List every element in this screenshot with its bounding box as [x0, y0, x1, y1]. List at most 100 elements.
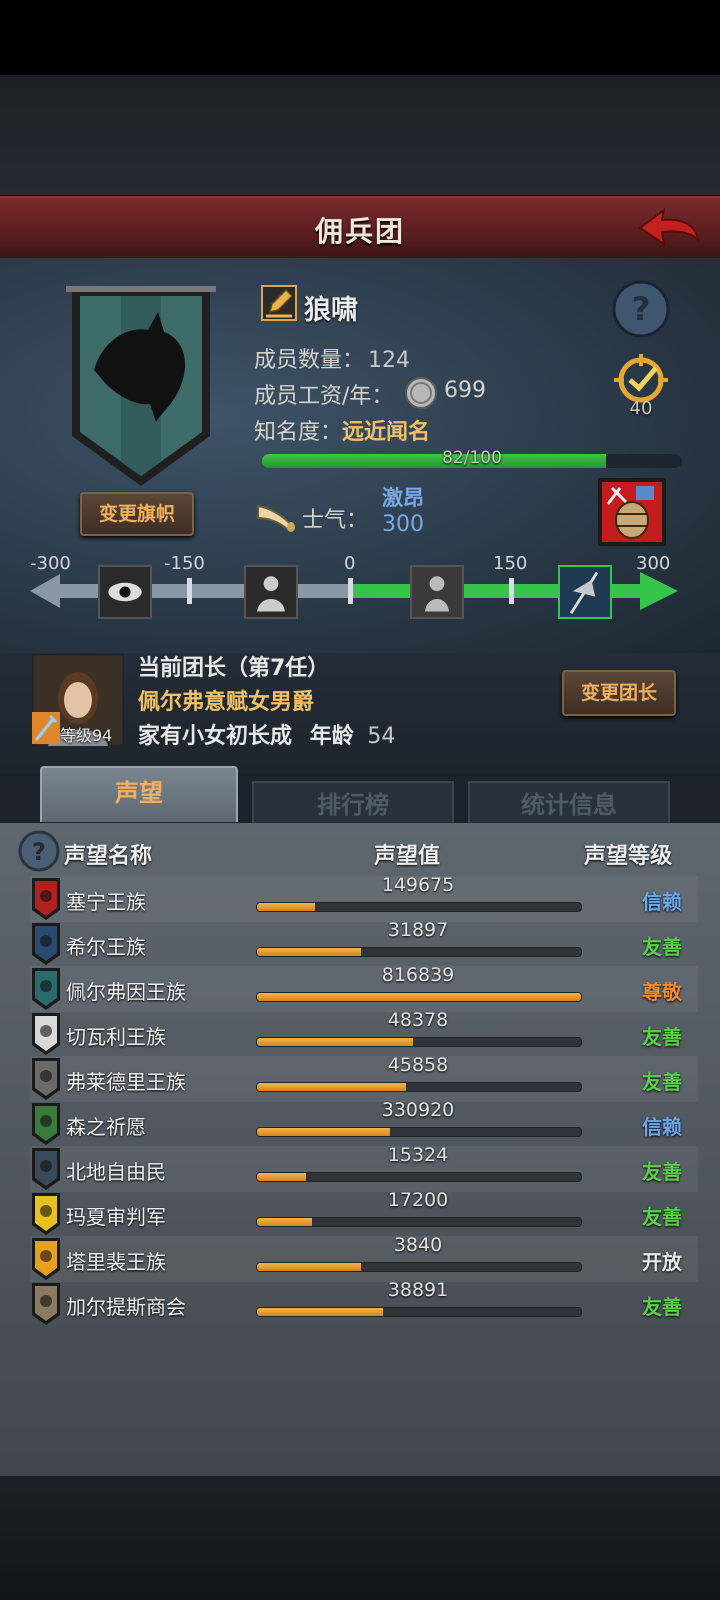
- reputation-level: 友善: [642, 1205, 682, 1229]
- fear-figure-icon[interactable]: [244, 565, 298, 619]
- guild-name: 狼啸: [304, 295, 358, 326]
- salary-label: 成员工资/年：: [254, 384, 394, 409]
- faction-crest-icon: [32, 923, 60, 965]
- morale-scale-label: 150: [493, 553, 528, 574]
- reputation-value: 45858: [387, 1054, 449, 1076]
- morale-scale-left-arrow: [30, 574, 60, 608]
- fame-progress-text: 82/100: [442, 448, 502, 468]
- reputation-progress-fill: [257, 1083, 407, 1091]
- reputation-progress-bar: [256, 992, 582, 1002]
- target-badge-icon[interactable]: [610, 352, 672, 404]
- faction-name: 佩尔弗因王族: [66, 980, 186, 1004]
- leader-age-value: 54: [367, 724, 396, 749]
- salary-value: 699: [444, 378, 486, 403]
- reputation-level: 友善: [642, 935, 682, 959]
- tab-reputation[interactable]: 声望: [40, 766, 238, 822]
- reputation-progress-fill: [257, 1308, 384, 1316]
- reputation-row[interactable]: 玛夏审判军 17200 友善: [30, 1189, 698, 1237]
- morale-tick-150: [509, 578, 514, 604]
- reputation-level: 友善: [642, 1160, 682, 1184]
- reputation-row[interactable]: 希尔王族 31897 友善: [30, 919, 698, 967]
- members-value: 124: [368, 348, 411, 373]
- column-header-value: 声望值: [374, 844, 441, 869]
- despair-eye-icon[interactable]: [98, 565, 152, 619]
- reputation-level: 友善: [642, 1295, 682, 1319]
- morale-state: 激昂: [382, 486, 424, 510]
- help-icon[interactable]: ?: [612, 280, 670, 338]
- rally-banner-icon[interactable]: [558, 565, 612, 619]
- faction-crest-icon: [32, 1283, 60, 1325]
- faction-name: 北地自由民: [66, 1160, 166, 1184]
- change-leader-button[interactable]: 变更团长: [562, 670, 676, 716]
- leader-name: 佩尔弗意赋女男爵: [138, 690, 315, 715]
- reputation-progress-fill: [257, 903, 316, 911]
- status-bar-area: [0, 0, 720, 75]
- morale-scale-label: -300: [30, 553, 71, 574]
- badge-count: 40: [629, 398, 653, 419]
- reputation-row[interactable]: 森之祈愿 330920 信赖: [30, 1099, 698, 1147]
- help-icon[interactable]: ?: [18, 830, 60, 872]
- morale-tick-0: [348, 578, 353, 604]
- reputation-value: 38891: [387, 1279, 449, 1301]
- class-sword-icon: [32, 712, 60, 744]
- back-arrow-icon[interactable]: [636, 206, 702, 250]
- faction-name: 希尔王族: [66, 935, 146, 959]
- faction-crest-icon: [32, 1193, 60, 1235]
- faction-name: 森之祈愿: [66, 1115, 146, 1139]
- fame-value: 远近闻名: [342, 420, 431, 445]
- reputation-row[interactable]: 北地自由民 15324 友善: [30, 1144, 698, 1192]
- reputation-progress-bar: [256, 1262, 582, 1272]
- reputation-row[interactable]: 佩尔弗因王族 816839 尊敬: [30, 964, 698, 1012]
- svg-text:?: ?: [632, 290, 651, 328]
- morale-scale-label: 0: [344, 553, 356, 574]
- change-banner-button[interactable]: 变更旗帜: [80, 492, 194, 536]
- reputation-row[interactable]: 塞宁王族 149675 信赖: [30, 874, 698, 922]
- reputation-progress-fill: [257, 1038, 413, 1046]
- fame-label: 知名度：: [254, 420, 343, 445]
- members-label: 成员数量：: [254, 348, 365, 373]
- reputation-level: 尊敬: [642, 980, 682, 1004]
- wolf-banner-icon: [66, 286, 216, 486]
- reputation-level: 信赖: [642, 1115, 682, 1139]
- morale-scale-label: 300: [636, 553, 671, 574]
- reputation-row[interactable]: 加尔提斯商会 38891 友善: [30, 1279, 698, 1327]
- reputation-progress-fill: [257, 1263, 361, 1271]
- faction-name: 弗莱德里王族: [66, 1070, 186, 1094]
- members-row: 成员数量： 124: [254, 342, 410, 374]
- reputation-progress-bar: [256, 1037, 582, 1047]
- faction-name: 切瓦利王族: [66, 1025, 166, 1049]
- leader-info-row: 家有小女初长成 年龄 54: [138, 718, 395, 750]
- edit-name-icon[interactable]: [260, 284, 298, 322]
- reputation-progress-fill: [257, 1173, 306, 1181]
- reputation-progress-bar: [256, 1217, 582, 1227]
- calm-figure-icon[interactable]: [410, 565, 464, 619]
- faction-name: 塞宁王族: [66, 890, 146, 914]
- silver-coin-icon: [405, 377, 437, 409]
- reputation-row[interactable]: 弗莱德里王族 45858 友善: [30, 1054, 698, 1102]
- faction-crest-icon: [32, 878, 60, 920]
- war-horn-icon: [257, 504, 295, 532]
- reputation-value: 816839: [381, 964, 455, 986]
- reputation-level: 友善: [642, 1025, 682, 1049]
- reputation-progress-bar: [256, 1307, 582, 1317]
- reputation-progress-bar: [256, 1172, 582, 1182]
- morale-scale-label: -150: [164, 553, 205, 574]
- faction-crest-icon: [32, 1013, 60, 1055]
- fame-row: 知名度：远近闻名: [254, 414, 430, 446]
- tab-statistics[interactable]: 统计信息: [468, 781, 670, 825]
- faction-crest-icon: [32, 968, 60, 1010]
- salary-row: 成员工资/年：: [254, 378, 393, 410]
- reputation-value: 330920: [381, 1099, 455, 1121]
- faction-name: 塔里裴王族: [66, 1250, 166, 1274]
- tab-leaderboard[interactable]: 排行榜: [252, 781, 454, 825]
- faction-crest-icon: [32, 1238, 60, 1280]
- reputation-row[interactable]: 塔里裴王族 3840 开放: [30, 1234, 698, 1282]
- leader-title: 当前团长（第7任）: [138, 656, 330, 681]
- reputation-value: 17200: [387, 1189, 449, 1211]
- reputation-progress-fill: [257, 1128, 390, 1136]
- ale-barrel-icon[interactable]: [596, 476, 668, 548]
- reputation-progress-bar: [256, 1127, 582, 1137]
- reputation-progress-fill: [257, 993, 581, 1001]
- leader-age-label: 年龄: [309, 724, 354, 749]
- reputation-row[interactable]: 切瓦利王族 48378 友善: [30, 1009, 698, 1057]
